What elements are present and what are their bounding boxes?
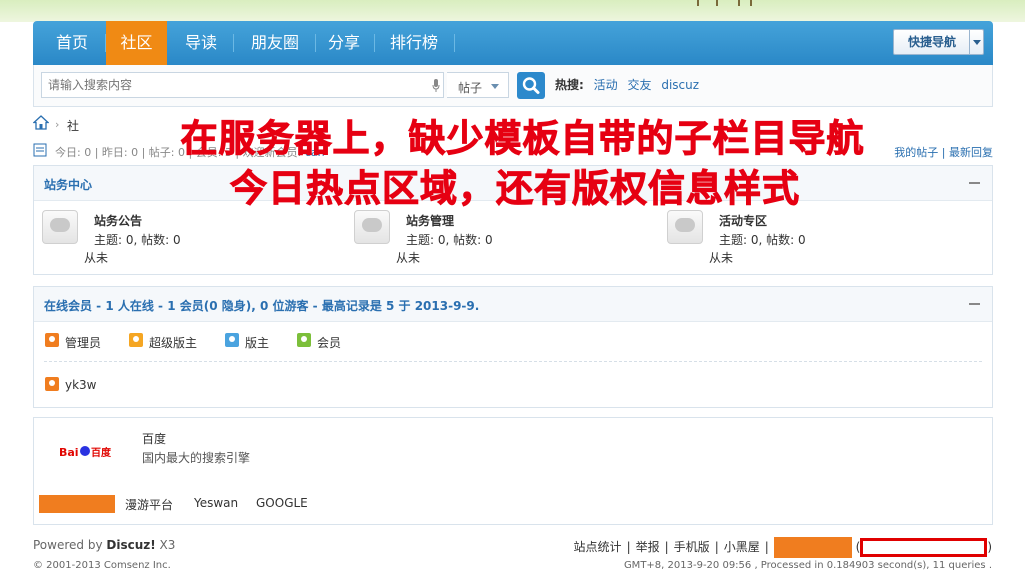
quick-nav-label: 快捷导航	[908, 35, 957, 49]
footer-link-mobile[interactable]: 手机版	[674, 540, 710, 554]
legend-label: 管理员	[65, 336, 102, 350]
footer-link-blacklist[interactable]: 小黑屋	[724, 540, 760, 554]
link-name[interactable]: 百度	[142, 430, 166, 447]
super-mod-user-icon	[129, 333, 143, 347]
search-type-label: 帖子	[458, 81, 483, 95]
hot-term-link[interactable]: 活动	[594, 78, 618, 92]
forum-name[interactable]: 活动专区	[719, 212, 767, 229]
forum-stats: 主题: 0, 帖数: 0	[94, 233, 181, 247]
microphone-icon[interactable]	[432, 79, 440, 93]
online-members-box: 在线会员 - 1 人在线 - 1 会员(0 隐身), 0 位游客 - 最高记录是…	[33, 286, 993, 408]
forum-name[interactable]: 站务公告	[94, 212, 142, 229]
nav-item-share[interactable]: 分享	[317, 21, 371, 65]
svg-text:百度: 百度	[91, 446, 112, 459]
quick-nav-button[interactable]: 快捷导航	[893, 29, 984, 55]
link-description: 国内最大的搜索引擎	[142, 451, 251, 465]
annotation-line-1: 在服务器上，缺少模板自带的子栏目导航	[180, 117, 865, 161]
baidu-logo[interactable]: Bai 百度	[58, 442, 118, 460]
svg-text:Bai: Bai	[59, 446, 79, 459]
link-placeholder-block[interactable]	[39, 495, 115, 513]
mod-user-icon	[225, 333, 239, 347]
forum-icon[interactable]	[354, 210, 390, 244]
legend-label: 超级版主	[149, 336, 198, 350]
admin-user-icon	[45, 333, 59, 347]
collapse-icon[interactable]	[969, 303, 980, 305]
friend-links-box: Bai 百度 百度 国内最大的搜索引擎 漫游平台 Yeswan GOOGLE	[33, 417, 993, 525]
member-user-icon	[297, 333, 311, 347]
discuz-link[interactable]: Discuz!	[106, 538, 155, 552]
footer-time: GMT+8, 2013-9-20 09:56 , Processed in 0.…	[623, 560, 992, 571]
divider	[44, 361, 982, 362]
text-link[interactable]: 漫游平台	[125, 496, 173, 513]
nav-item-home[interactable]: 首页	[43, 21, 101, 65]
search-type-select[interactable]: 帖子	[447, 72, 509, 98]
search-input[interactable]	[41, 72, 444, 98]
nav-item-guide[interactable]: 导读	[171, 21, 231, 65]
forum-icon[interactable]	[42, 210, 78, 244]
nav-item-ranking[interactable]: 排行榜	[377, 21, 451, 65]
caret-down-icon	[491, 84, 499, 89]
legend-label: 会员	[317, 336, 342, 350]
highlight-box	[860, 538, 988, 557]
text-link[interactable]: GOOGLE	[256, 496, 308, 510]
footer-link-stats[interactable]: 站点统计	[574, 540, 622, 554]
forum-last-post: 从未	[709, 251, 734, 265]
forum-item: 活动专区 主题: 0, 帖数: 0 从未	[659, 210, 959, 280]
forum-item: 站务管理 主题: 0, 帖数: 0 从未	[346, 210, 646, 280]
legend-label: 版主	[245, 336, 270, 350]
hot-search: 热搜: 活动 交友 discuz	[555, 65, 705, 106]
footer-links: 站点统计 | 举报 | 手机版 | 小黑屋 | ()	[574, 537, 992, 558]
hot-term-link[interactable]: discuz	[661, 78, 699, 92]
text-link[interactable]: Yeswan	[194, 496, 238, 510]
admin-user-icon	[45, 377, 59, 391]
annotation-line-2: 今日热点区域，还有版权信息样式	[230, 167, 800, 211]
search-icon	[522, 77, 540, 94]
footer-link-report[interactable]: 举报	[636, 540, 660, 554]
nav-item-community[interactable]: 社区	[106, 21, 167, 65]
forum-name[interactable]: 站务管理	[406, 212, 454, 229]
forum-stats: 主题: 0, 帖数: 0	[719, 233, 806, 247]
top-decoration	[0, 0, 1025, 22]
forum-last-post: 从未	[84, 251, 109, 265]
online-user-name[interactable]: yk3w	[65, 378, 97, 392]
search-bar: 帖子 热搜: 活动 交友 discuz	[33, 65, 993, 107]
footer-placeholder-block[interactable]	[773, 537, 852, 558]
online-title[interactable]: 在线会员 - 1 人在线 - 1 会员(0 隐身), 0 位游客 - 最高记录是…	[44, 297, 479, 314]
forum-icon[interactable]	[667, 210, 703, 244]
nav-item-friends[interactable]: 朋友圈	[237, 21, 313, 65]
powered-by: Powered by Discuz! X3	[33, 538, 176, 552]
main-nav: 首页 社区 导读 朋友圈 分享 排行榜	[33, 21, 993, 65]
online-header: 在线会员 - 1 人在线 - 1 会员(0 隐身), 0 位游客 - 最高记录是…	[34, 287, 992, 322]
hot-term-link[interactable]: 交友	[627, 78, 651, 92]
copyright: © 2001-2013 Comsenz Inc.	[33, 560, 171, 571]
forum-stats: 主题: 0, 帖数: 0	[406, 233, 493, 247]
hot-search-label: 热搜:	[555, 78, 584, 92]
forum-item: 站务公告 主题: 0, 帖数: 0 从未	[34, 210, 334, 280]
forum-last-post: 从未	[396, 251, 421, 265]
search-button[interactable]	[517, 72, 545, 99]
chevron-down-icon[interactable]	[969, 30, 983, 54]
